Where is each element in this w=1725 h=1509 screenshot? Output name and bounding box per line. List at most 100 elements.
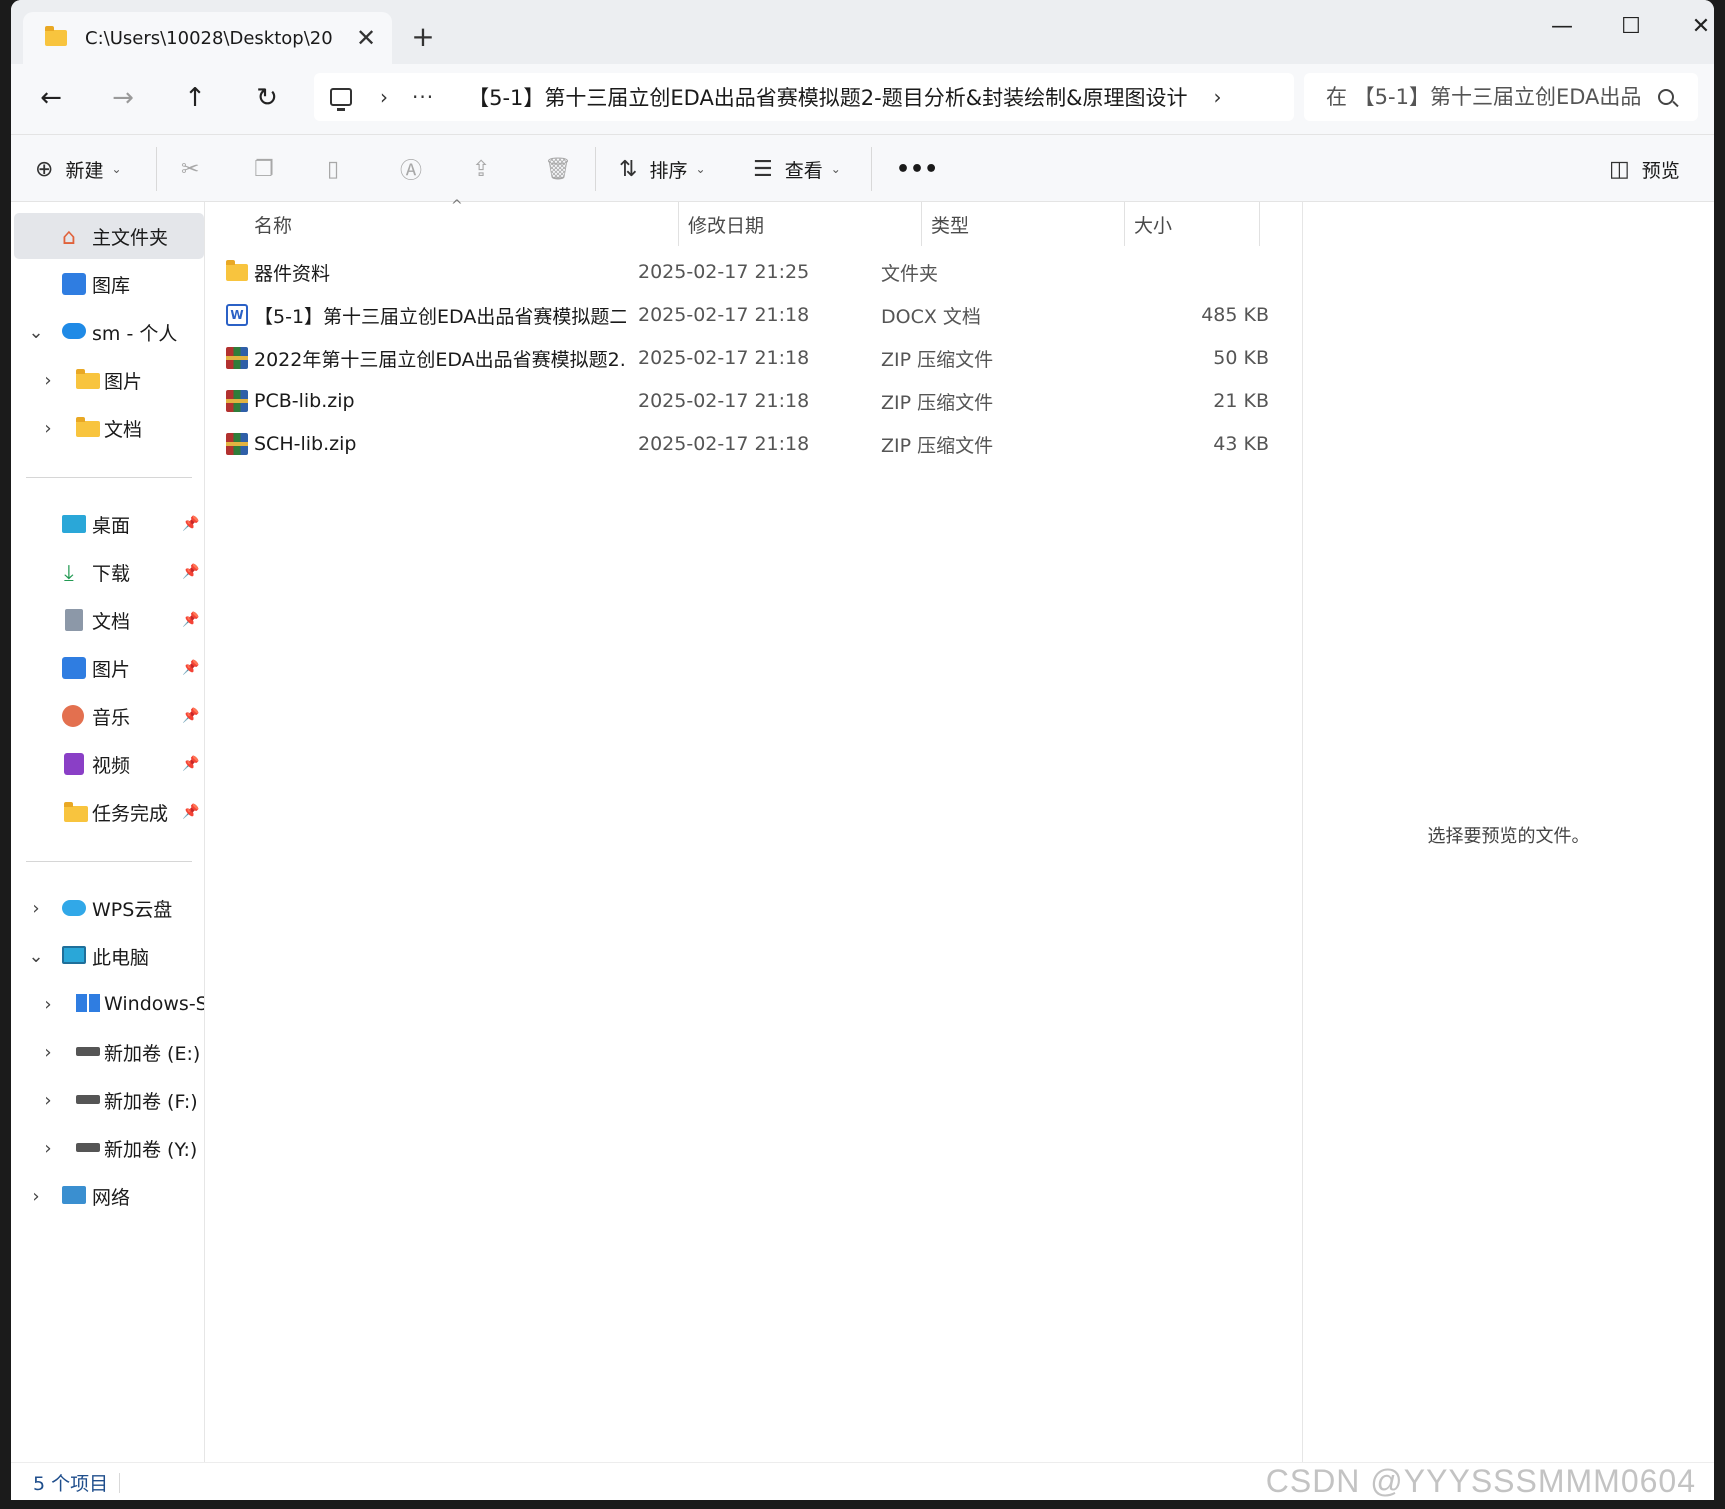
close-window-button[interactable]: ✕ xyxy=(1681,8,1714,44)
address-breadcrumb[interactable]: › ··· 【5-1】第十三届立创EDA出品省赛模拟题2-题目分析&封装绘制&原… xyxy=(314,73,1294,121)
preview-pane-button[interactable]: ◫ 预览 xyxy=(1609,149,1680,189)
drive-icon xyxy=(76,1095,100,1104)
search-icon[interactable] xyxy=(1658,89,1674,105)
sidebar-item-downloads[interactable]: ⤓ 下载 📌 xyxy=(14,549,204,595)
tab-current-folder[interactable]: C:\Users\10028\Desktop\2025\ ✕ xyxy=(23,12,392,64)
sidebar-item-drive-c[interactable]: › Windows-SSD xyxy=(14,981,204,1027)
paste-button[interactable]: ▯ xyxy=(327,149,351,189)
preview-empty-message: 选择要预览的文件。 xyxy=(1427,826,1590,847)
column-header-name[interactable]: 名称 xyxy=(254,202,292,246)
divider xyxy=(119,1473,120,1493)
zip-icon xyxy=(226,390,248,412)
trash-icon: 🗑 xyxy=(544,156,572,182)
chevron-right-icon[interactable]: › xyxy=(26,898,46,919)
copy-icon: ❐ xyxy=(254,156,274,182)
sidebar-item-tasks[interactable]: 任务完成 📌 xyxy=(14,789,204,835)
column-header-size[interactable]: 大小 xyxy=(1134,202,1172,246)
back-arrow-icon[interactable]: ← xyxy=(29,78,73,118)
chevron-down-icon[interactable]: ⌄ xyxy=(26,322,46,343)
column-header-type[interactable]: 类型 xyxy=(931,202,969,246)
sidebar-item-wps-cloud[interactable]: › WPS云盘 xyxy=(14,885,204,931)
file-name: 器件资料 xyxy=(254,262,331,285)
sidebar-item-music[interactable]: 音乐 📌 xyxy=(14,693,204,739)
file-date: 2025-02-17 21:25 xyxy=(638,261,810,283)
zip-icon xyxy=(226,347,248,369)
file-row[interactable]: SCH-lib.zip 2025-02-17 21:18 ZIP 压缩文件 43… xyxy=(226,424,1269,464)
pin-icon[interactable]: 📌 xyxy=(182,756,199,772)
pin-icon[interactable]: 📌 xyxy=(182,612,199,628)
breadcrumb-current-folder[interactable]: 【5-1】第十三届立创EDA出品省赛模拟题2-题目分析&封装绘制&原理图设计 xyxy=(468,82,1187,112)
sidebar-item-videos[interactable]: 视频 📌 xyxy=(14,741,204,787)
chevron-down-icon[interactable]: ⌄ xyxy=(26,946,46,967)
file-size: 21 KB xyxy=(1213,390,1269,412)
column-header-date[interactable]: 修改日期 xyxy=(688,202,764,246)
file-row[interactable]: PCB-lib.zip 2025-02-17 21:18 ZIP 压缩文件 21… xyxy=(226,381,1269,421)
file-name: 2022年第十三届立创EDA出品省赛模拟题2.zip xyxy=(254,348,626,371)
sidebar-item-drive-e[interactable]: › 新加卷 (E:) xyxy=(14,1029,204,1075)
computer-icon[interactable] xyxy=(330,88,352,111)
sidebar-item-desktop[interactable]: 桌面 📌 xyxy=(14,501,204,547)
chevron-right-icon[interactable]: › xyxy=(38,994,58,1015)
column-divider[interactable] xyxy=(678,202,679,246)
network-icon xyxy=(62,1186,86,1204)
sidebar-item-onedrive[interactable]: ⌄ sm - 个人 xyxy=(14,309,204,355)
more-crumbs-icon[interactable]: ··· xyxy=(412,85,434,109)
up-arrow-icon[interactable]: ↑ xyxy=(173,78,217,118)
sidebar-item-drive-y[interactable]: › 新加卷 (Y:) xyxy=(14,1125,204,1171)
refresh-icon[interactable]: ↻ xyxy=(245,78,289,118)
pin-icon[interactable]: 📌 xyxy=(182,804,199,820)
file-list: ^ 名称 修改日期 类型 大小 器件资料 2025-02-17 21:25 文件… xyxy=(206,198,1306,1462)
home-icon: ⌂ xyxy=(62,225,76,250)
chevron-right-icon[interactable]: › xyxy=(38,1042,58,1063)
view-button[interactable]: ☰ 查看 ⌄ xyxy=(753,149,841,189)
forward-arrow-icon[interactable]: → xyxy=(101,78,145,118)
sidebar-item-drive-f[interactable]: › 新加卷 (F:) xyxy=(14,1077,204,1123)
sidebar-item-network[interactable]: › 网络 xyxy=(14,1173,204,1219)
chevron-right-icon[interactable]: › xyxy=(38,1090,58,1111)
chevron-right-icon[interactable]: › xyxy=(38,1138,58,1159)
watermark: CSDN @YYYSSSMMM0604 xyxy=(1265,1463,1696,1499)
folder-icon xyxy=(226,259,248,281)
maximize-button[interactable]: ☐ xyxy=(1611,8,1651,44)
column-divider[interactable] xyxy=(1259,202,1260,246)
search-box[interactable] xyxy=(1304,73,1698,121)
rename-button[interactable]: Ⓐ xyxy=(400,149,434,189)
sort-button[interactable]: ⇅ 排序 ⌄ xyxy=(619,149,706,189)
new-button[interactable]: ⊕ 新建 ⌄ xyxy=(35,149,122,189)
pin-icon[interactable]: 📌 xyxy=(182,660,199,676)
file-type: DOCX 文档 xyxy=(881,305,981,328)
sidebar-divider xyxy=(26,861,192,862)
pin-icon[interactable]: 📌 xyxy=(182,516,199,532)
column-divider[interactable] xyxy=(1124,202,1125,246)
file-row[interactable]: 器件资料 2025-02-17 21:25 文件夹 xyxy=(226,252,1256,292)
copy-button[interactable]: ❐ xyxy=(254,149,286,189)
column-divider[interactable] xyxy=(921,202,922,246)
chevron-right-icon[interactable]: › xyxy=(1214,85,1222,109)
sidebar-item-od-documents[interactable]: › 文档 xyxy=(14,405,204,451)
pin-icon[interactable]: 📌 xyxy=(182,564,199,580)
download-icon: ⤓ xyxy=(64,561,74,586)
sidebar-item-this-pc[interactable]: ⌄ 此电脑 xyxy=(14,933,204,979)
sidebar-item-gallery[interactable]: 图库 xyxy=(14,261,204,307)
sidebar-item-documents[interactable]: 文档 📌 xyxy=(14,597,204,643)
chevron-right-icon[interactable]: › xyxy=(38,370,58,391)
cut-button[interactable]: ✂ xyxy=(181,149,211,189)
search-input[interactable] xyxy=(1326,85,1646,109)
sidebar-item-pictures[interactable]: 图片 📌 xyxy=(14,645,204,691)
more-options-button[interactable]: ••• xyxy=(896,149,938,189)
chevron-right-icon[interactable]: › xyxy=(26,1186,46,1207)
file-row[interactable]: 2022年第十三届立创EDA出品省赛模拟题2.zip 2025-02-17 21… xyxy=(226,338,1269,378)
chevron-right-icon[interactable]: › xyxy=(38,418,58,439)
desktop-icon xyxy=(62,515,86,533)
minimize-button[interactable]: — xyxy=(1542,8,1582,44)
tab-close-icon[interactable]: ✕ xyxy=(354,26,378,50)
sidebar-item-home[interactable]: ⌂ 主文件夹 xyxy=(14,213,204,259)
pin-icon[interactable]: 📌 xyxy=(182,708,199,724)
delete-button[interactable]: 🗑 xyxy=(544,149,584,189)
sidebar-item-od-pictures[interactable]: › 图片 xyxy=(14,357,204,403)
new-tab-button[interactable]: + xyxy=(407,20,439,53)
chevron-right-icon[interactable]: › xyxy=(380,85,388,109)
file-row[interactable]: W 【5-1】第十三届立创EDA出品省赛模拟题二.d... 2025-02-17 … xyxy=(226,295,1269,335)
file-date: 2025-02-17 21:18 xyxy=(638,390,810,412)
share-button[interactable]: ⇪ xyxy=(472,149,502,189)
